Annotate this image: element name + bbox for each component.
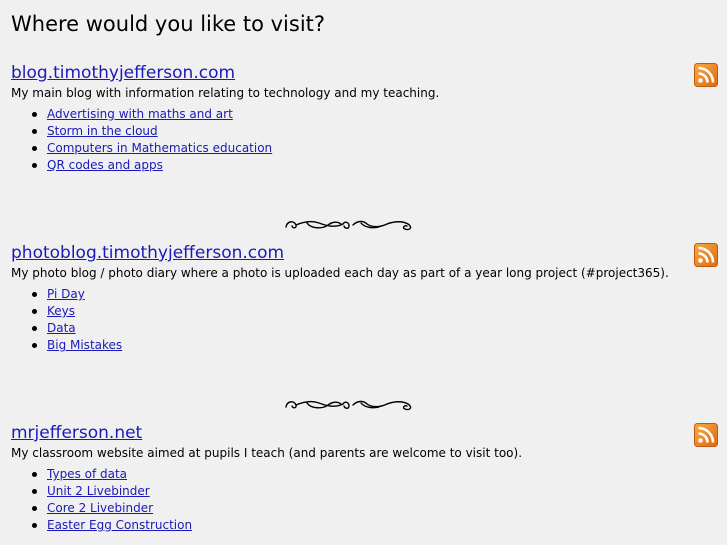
site-description: My classroom website aimed at pupils I t… [11, 446, 523, 460]
post-link[interactable]: Core 2 Livebinder [47, 501, 153, 515]
list-item: Advertising with maths and art [11, 106, 718, 123]
ornamental-divider-icon [285, 220, 412, 231]
post-link[interactable]: Big Mistakes [47, 338, 122, 352]
bullet-icon [32, 292, 37, 297]
list-item: Storm in the cloud [11, 123, 718, 140]
list-item: Pi Day [11, 286, 718, 303]
site-description: My main blog with information relating t… [11, 86, 440, 100]
list-item: Data [11, 320, 718, 337]
bullet-icon [32, 343, 37, 348]
page: Where would you like to visit? blog.timo… [0, 0, 727, 545]
post-list: Types of data Unit 2 Livebinder Core 2 L… [11, 466, 718, 534]
site-section-blog: blog.timothyjefferson.com My main blog w… [11, 62, 718, 174]
site-link-photoblog[interactable]: photoblog.timothyjefferson.com [11, 242, 718, 264]
bullet-icon [32, 309, 37, 314]
post-link[interactable]: Advertising with maths and art [47, 107, 233, 121]
site-description: My photo blog / photo diary where a phot… [11, 266, 669, 280]
post-link[interactable]: Types of data [47, 467, 127, 481]
post-link[interactable]: QR codes and apps [47, 158, 163, 172]
site-section-photoblog: photoblog.timothyjefferson.com My photo … [11, 242, 718, 354]
post-link[interactable]: Computers in Mathematics education [47, 141, 272, 155]
rss-feed-icon[interactable] [694, 243, 718, 267]
site-link-mrjefferson[interactable]: mrjefferson.net [11, 422, 718, 444]
rss-feed-icon[interactable] [694, 63, 718, 87]
ornamental-divider-icon [285, 400, 412, 411]
bullet-icon [32, 112, 37, 117]
list-item: Core 2 Livebinder [11, 500, 718, 517]
post-link[interactable]: Storm in the cloud [47, 124, 158, 138]
page-heading: Where would you like to visit? [11, 12, 326, 36]
bullet-icon [32, 489, 37, 494]
rss-feed-icon[interactable] [694, 423, 718, 447]
list-item: Types of data [11, 466, 718, 483]
bullet-icon [32, 163, 37, 168]
site-section-mrjefferson: mrjefferson.net My classroom website aim… [11, 422, 718, 534]
post-link[interactable]: Data [47, 321, 76, 335]
bullet-icon [32, 326, 37, 331]
post-link[interactable]: Keys [47, 304, 75, 318]
post-link[interactable]: Pi Day [47, 287, 85, 301]
bullet-icon [32, 523, 37, 528]
list-item: Easter Egg Construction [11, 517, 718, 534]
list-item: QR codes and apps [11, 157, 718, 174]
list-item: Unit 2 Livebinder [11, 483, 718, 500]
post-link[interactable]: Unit 2 Livebinder [47, 484, 150, 498]
list-item: Big Mistakes [11, 337, 718, 354]
post-list: Advertising with maths and art Storm in … [11, 106, 718, 174]
list-item: Computers in Mathematics education [11, 140, 718, 157]
site-link-blog[interactable]: blog.timothyjefferson.com [11, 62, 718, 84]
post-link[interactable]: Easter Egg Construction [47, 518, 192, 532]
bullet-icon [32, 129, 37, 134]
list-item: Keys [11, 303, 718, 320]
bullet-icon [32, 146, 37, 151]
post-list: Pi Day Keys Data Big Mistakes [11, 286, 718, 354]
bullet-icon [32, 472, 37, 477]
bullet-icon [32, 506, 37, 511]
